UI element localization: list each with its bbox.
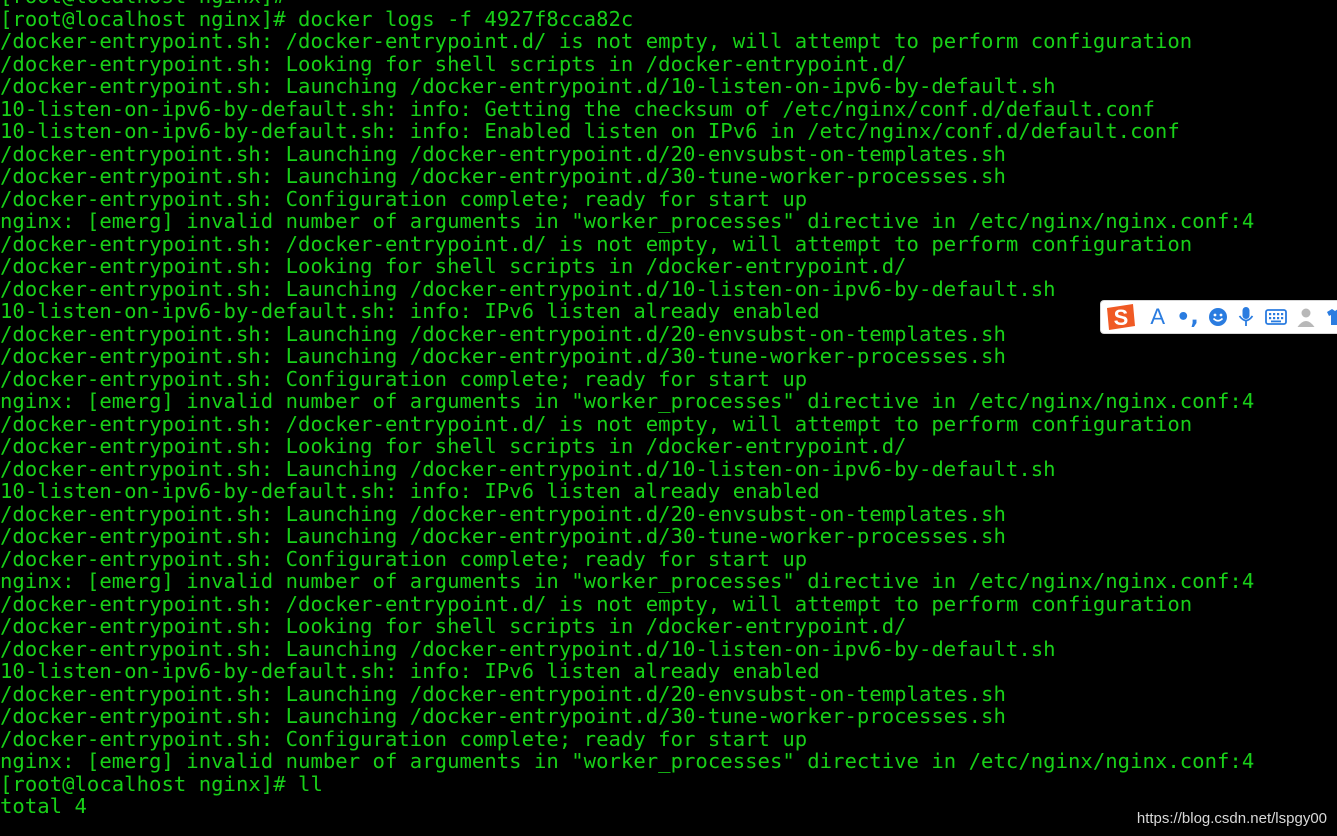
terminal-line: /docker-entrypoint.sh: Looking for shell…: [0, 51, 907, 76]
terminal-line: /docker-entrypoint.sh: /docker-entrypoin…: [0, 29, 1193, 53]
terminal-line: /docker-entrypoint.sh: Configuration com…: [0, 546, 808, 571]
terminal-line: /docker-entrypoint.sh: Launching /docker…: [0, 501, 1006, 526]
terminal-line: /docker-entrypoint.sh: Launching /docker…: [0, 164, 1006, 188]
terminal-line: 10-listen-on-ipv6-by-default.sh: info: G…: [0, 96, 1155, 121]
terminal-line: /docker-entrypoint.sh: Launching /docker…: [0, 276, 1056, 301]
terminal-line: nginx: [emerg] invalid number of argumen…: [0, 569, 1255, 593]
terminal-line: /docker-entrypoint.sh: Launching /docker…: [0, 456, 1056, 481]
terminal-line: /docker-entrypoint.sh: Looking for shell…: [0, 614, 907, 638]
terminal-line: /docker-entrypoint.sh: Configuration com…: [0, 366, 808, 391]
terminal-line: nginx: [emerg] invalid number of argumen…: [0, 209, 1255, 233]
terminal-line: nginx: [emerg] invalid number of argumen…: [0, 389, 1255, 413]
shirt-icon[interactable]: [1325, 304, 1337, 330]
user-icon[interactable]: [1296, 304, 1316, 330]
punctuation-mode-button[interactable]: •,: [1176, 304, 1198, 330]
terminal-line: /docker-entrypoint.sh: Launching /docker…: [0, 74, 1056, 98]
terminal-line: /docker-entrypoint.sh: /docker-entrypoin…: [0, 231, 1193, 256]
microphone-icon[interactable]: [1237, 304, 1257, 330]
terminal-output[interactable]: [root@localhost nginx]#[root@localhost n…: [0, 0, 1337, 818]
watermark-url: https://blog.csdn.net/lspgy00: [1136, 810, 1327, 827]
terminal-line: /docker-entrypoint.sh: /docker-entrypoin…: [0, 591, 1193, 616]
sogou-logo-icon[interactable]: S: [1103, 302, 1139, 332]
terminal-line: /docker-entrypoint.sh: Configuration com…: [0, 726, 808, 751]
terminal-line: /docker-entrypoint.sh: Looking for shell…: [0, 254, 907, 278]
font-mode-button[interactable]: A: [1148, 304, 1168, 330]
svg-text:S: S: [1114, 305, 1129, 330]
terminal-line: [root@localhost nginx]# ll: [0, 771, 323, 796]
terminal-line: /docker-entrypoint.sh: /docker-entrypoin…: [0, 411, 1193, 436]
terminal-line: /docker-entrypoint.sh: Launching /docker…: [0, 681, 1006, 706]
terminal-line: 10-listen-on-ipv6-by-default.sh: info: E…: [0, 119, 1180, 143]
terminal-line: /docker-entrypoint.sh: Looking for shell…: [0, 434, 907, 458]
terminal-line: /docker-entrypoint.sh: Launching /docker…: [0, 524, 1006, 548]
terminal-line: [root@localhost nginx]# docker logs -f 4…: [0, 6, 634, 31]
terminal-line: /docker-entrypoint.sh: Launching /docker…: [0, 344, 1006, 368]
terminal-line: /docker-entrypoint.sh: Launching /docker…: [0, 636, 1056, 661]
terminal-line: nginx: [emerg] invalid number of argumen…: [0, 749, 1255, 773]
ime-toolbar[interactable]: S A •,: [1100, 300, 1337, 334]
keyboard-icon[interactable]: [1265, 304, 1287, 330]
terminal-line: /docker-entrypoint.sh: Launching /docker…: [0, 141, 1006, 166]
terminal-line: 10-listen-on-ipv6-by-default.sh: info: I…: [0, 659, 820, 683]
terminal-line: /docker-entrypoint.sh: Launching /docker…: [0, 704, 1006, 728]
emoji-icon[interactable]: [1208, 304, 1228, 330]
terminal-line: /docker-entrypoint.sh: Configuration com…: [0, 186, 808, 211]
terminal-line: 10-listen-on-ipv6-by-default.sh: info: I…: [0, 479, 820, 503]
